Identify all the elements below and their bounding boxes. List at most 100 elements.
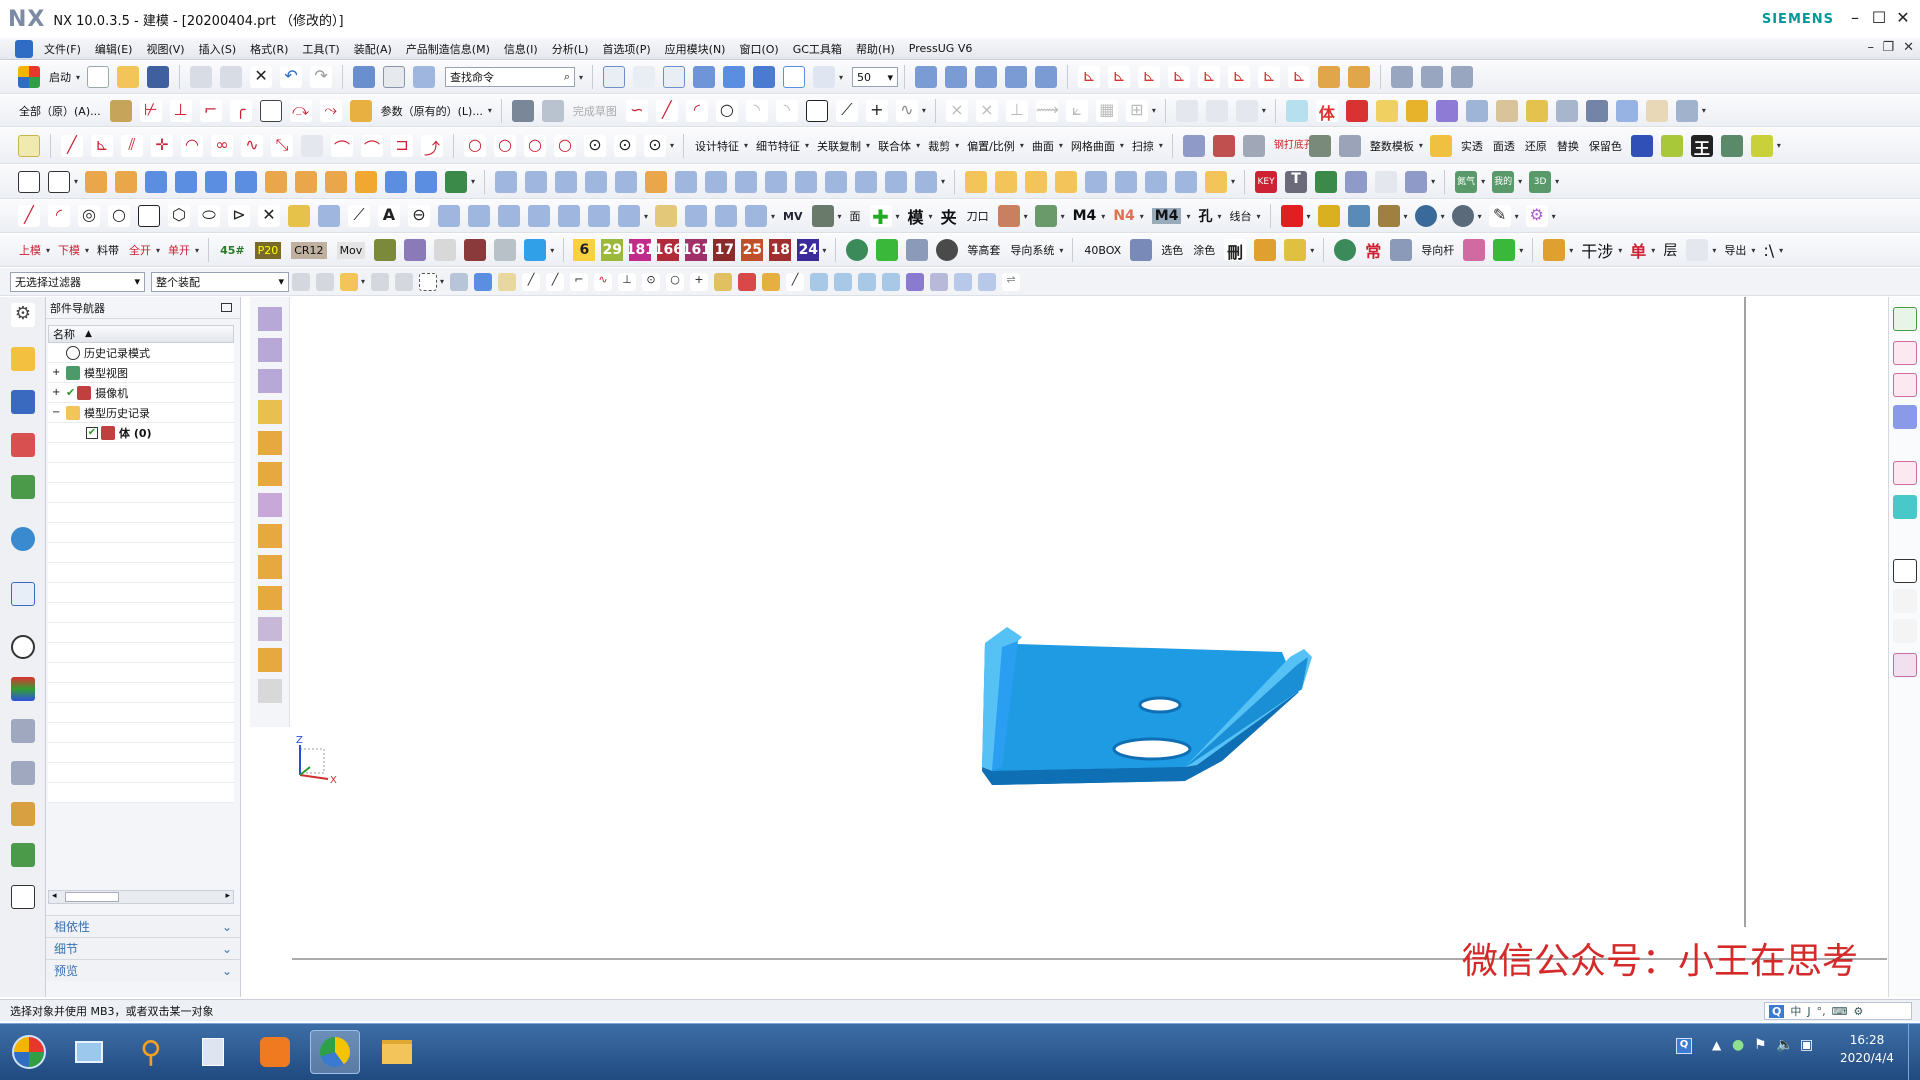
arc3d-icon[interactable]: ◠ xyxy=(181,134,203,157)
mold-base-icon[interactable] xyxy=(1377,205,1400,227)
filter-e-icon[interactable] xyxy=(395,272,414,291)
sphere-icon[interactable] xyxy=(235,170,258,193)
green-tool-icon[interactable] xyxy=(1034,205,1057,227)
material-d-icon[interactable] xyxy=(464,239,487,261)
pick-j-icon[interactable] xyxy=(258,586,282,610)
mold-button[interactable]: 模 xyxy=(908,204,924,228)
tube-icon[interactable] xyxy=(1675,99,1698,122)
pocket-icon[interactable] xyxy=(325,170,348,193)
num-181-button[interactable]: 181 xyxy=(626,239,655,261)
flow-icon[interactable] xyxy=(1435,99,1458,122)
green-cup-b-icon[interactable] xyxy=(1493,239,1516,261)
offset3d-icon[interactable]: ⤴ xyxy=(421,134,443,158)
num-17-button[interactable]: 17 xyxy=(713,239,736,261)
sketch-icon[interactable] xyxy=(511,99,534,122)
snap-red-icon[interactable] xyxy=(738,272,757,291)
upper-die-button[interactable]: 上模 xyxy=(19,242,41,258)
filter-b-icon[interactable] xyxy=(316,272,334,291)
thicken-icon[interactable] xyxy=(615,170,638,193)
constraint-navigator-icon[interactable] xyxy=(11,390,35,414)
drawing-load-icon[interactable] xyxy=(1893,589,1917,613)
orange-diamond-icon[interactable] xyxy=(1543,239,1566,261)
king-icon[interactable]: 王 xyxy=(1690,134,1713,158)
tray-volume-icon[interactable]: 🔈 xyxy=(1776,1037,1793,1053)
cam-icon[interactable] xyxy=(936,239,959,261)
parallel-line-icon[interactable]: ⫽ xyxy=(121,134,143,157)
platform-button[interactable]: 线台 xyxy=(1230,208,1252,224)
update-icon[interactable] xyxy=(1893,619,1917,643)
system-material-icon[interactable] xyxy=(11,677,35,701)
maximize-icon[interactable]: ☐ xyxy=(1868,8,1890,27)
num-29-button[interactable]: 29 xyxy=(601,239,624,261)
wcs-rotate-icon[interactable]: ⊾ xyxy=(1168,66,1191,88)
pick-c-icon[interactable] xyxy=(258,369,282,393)
green-cup-icon[interactable] xyxy=(876,239,899,261)
pen-icon[interactable]: ✎ xyxy=(1488,205,1511,227)
table-icon[interactable] xyxy=(1285,99,1308,122)
ruler-icon[interactable] xyxy=(1421,66,1444,88)
cross-line-icon[interactable]: ✛ xyxy=(151,134,173,157)
sew-icon[interactable] xyxy=(885,170,908,193)
equal-height-button[interactable]: 等高套 xyxy=(967,242,1000,258)
scope-dropdown[interactable]: 全部（原）(A)... xyxy=(19,103,101,119)
hole-button[interactable]: 孔 xyxy=(1199,206,1213,226)
expand-icon[interactable]: + xyxy=(52,387,66,398)
trim-icon[interactable]: ⊥ xyxy=(169,99,192,122)
delete-icon[interactable]: ✕ xyxy=(250,66,273,88)
blank-plugin-icon[interactable] xyxy=(1375,170,1398,193)
snap-perp-icon[interactable]: ⊥ xyxy=(618,272,637,291)
gold-icon[interactable] xyxy=(1317,205,1340,227)
circles-icon[interactable]: ◎ xyxy=(78,205,100,227)
start-button[interactable] xyxy=(4,1030,54,1074)
circle-point-icon[interactable]: ⊙ xyxy=(584,134,606,157)
ime-moon-icon[interactable]: J xyxy=(1807,1005,1810,1018)
pick-h-icon[interactable] xyxy=(258,524,282,548)
snap-fea-icon[interactable] xyxy=(906,272,925,291)
extrude-icon[interactable] xyxy=(85,170,108,193)
fillet-sketch-icon[interactable]: ◝ xyxy=(745,99,768,122)
edit-f-icon[interactable] xyxy=(588,205,610,227)
rotate-icon[interactable] xyxy=(318,205,340,227)
num-166-button[interactable]: 166 xyxy=(654,239,683,261)
geometric-constraint-icon[interactable] xyxy=(1205,99,1228,122)
material-a-icon[interactable] xyxy=(374,239,397,261)
hole-icon[interactable] xyxy=(265,170,288,193)
delete-b-icon[interactable]: 刪 xyxy=(1224,239,1247,262)
taskbar-explorer-button[interactable] xyxy=(372,1030,422,1074)
edit-g-icon[interactable] xyxy=(618,205,640,227)
menu-application[interactable]: 应用模块(N) xyxy=(658,41,733,57)
chamfer-sketch-icon[interactable]: ◝ xyxy=(775,99,798,122)
ellipse-icon[interactable]: ⬭ xyxy=(198,205,220,227)
window-icon[interactable] xyxy=(383,66,406,88)
edit-b-icon[interactable] xyxy=(468,205,490,227)
wcs-orient-icon[interactable]: ⊾ xyxy=(1108,66,1131,88)
m4-button[interactable]: M4 xyxy=(1073,208,1097,224)
pick-d-icon[interactable] xyxy=(258,400,282,424)
tray-flag-icon[interactable]: ⚑ xyxy=(1754,1037,1767,1053)
filter-a-icon[interactable] xyxy=(292,272,310,291)
section-details[interactable]: 细节 ⌄ xyxy=(46,937,240,959)
constraint-icon[interactable]: ⊞ xyxy=(1125,99,1148,122)
column-header-name[interactable]: 名称 ▲ xyxy=(48,325,234,343)
guide-system-button[interactable]: 导向系统 xyxy=(1010,242,1054,258)
tree-item-body[interactable]: ✔ 体 (0) xyxy=(48,423,234,443)
snap-end-icon[interactable]: ╱ xyxy=(522,272,541,291)
num-25-button[interactable]: 25 xyxy=(741,239,764,261)
edit-icon[interactable] xyxy=(438,205,460,227)
snap-chain-icon[interactable] xyxy=(834,272,853,291)
plate-icon[interactable] xyxy=(1555,99,1578,122)
menu-edit[interactable]: 编辑(E) xyxy=(88,41,140,57)
x-icon[interactable]: ✕ xyxy=(258,205,280,227)
menu-trim[interactable]: 裁剪 xyxy=(928,138,950,154)
rect-a-icon[interactable] xyxy=(138,205,160,227)
delete-face-icon[interactable] xyxy=(765,170,788,193)
material-c-icon[interactable] xyxy=(434,239,457,261)
quick-trim-icon[interactable]: ⨯ xyxy=(945,99,968,122)
green-book-icon[interactable] xyxy=(1315,170,1338,193)
command-finder-icon[interactable] xyxy=(413,66,436,88)
tool-f-icon[interactable] xyxy=(1115,170,1138,193)
num-6-button[interactable]: 6 xyxy=(573,239,596,261)
polyline-icon[interactable]: ⟋ xyxy=(835,99,858,122)
taskbar-search-button[interactable]: ⚲ xyxy=(126,1030,176,1074)
restore-button[interactable]: 还原 xyxy=(1525,138,1547,154)
